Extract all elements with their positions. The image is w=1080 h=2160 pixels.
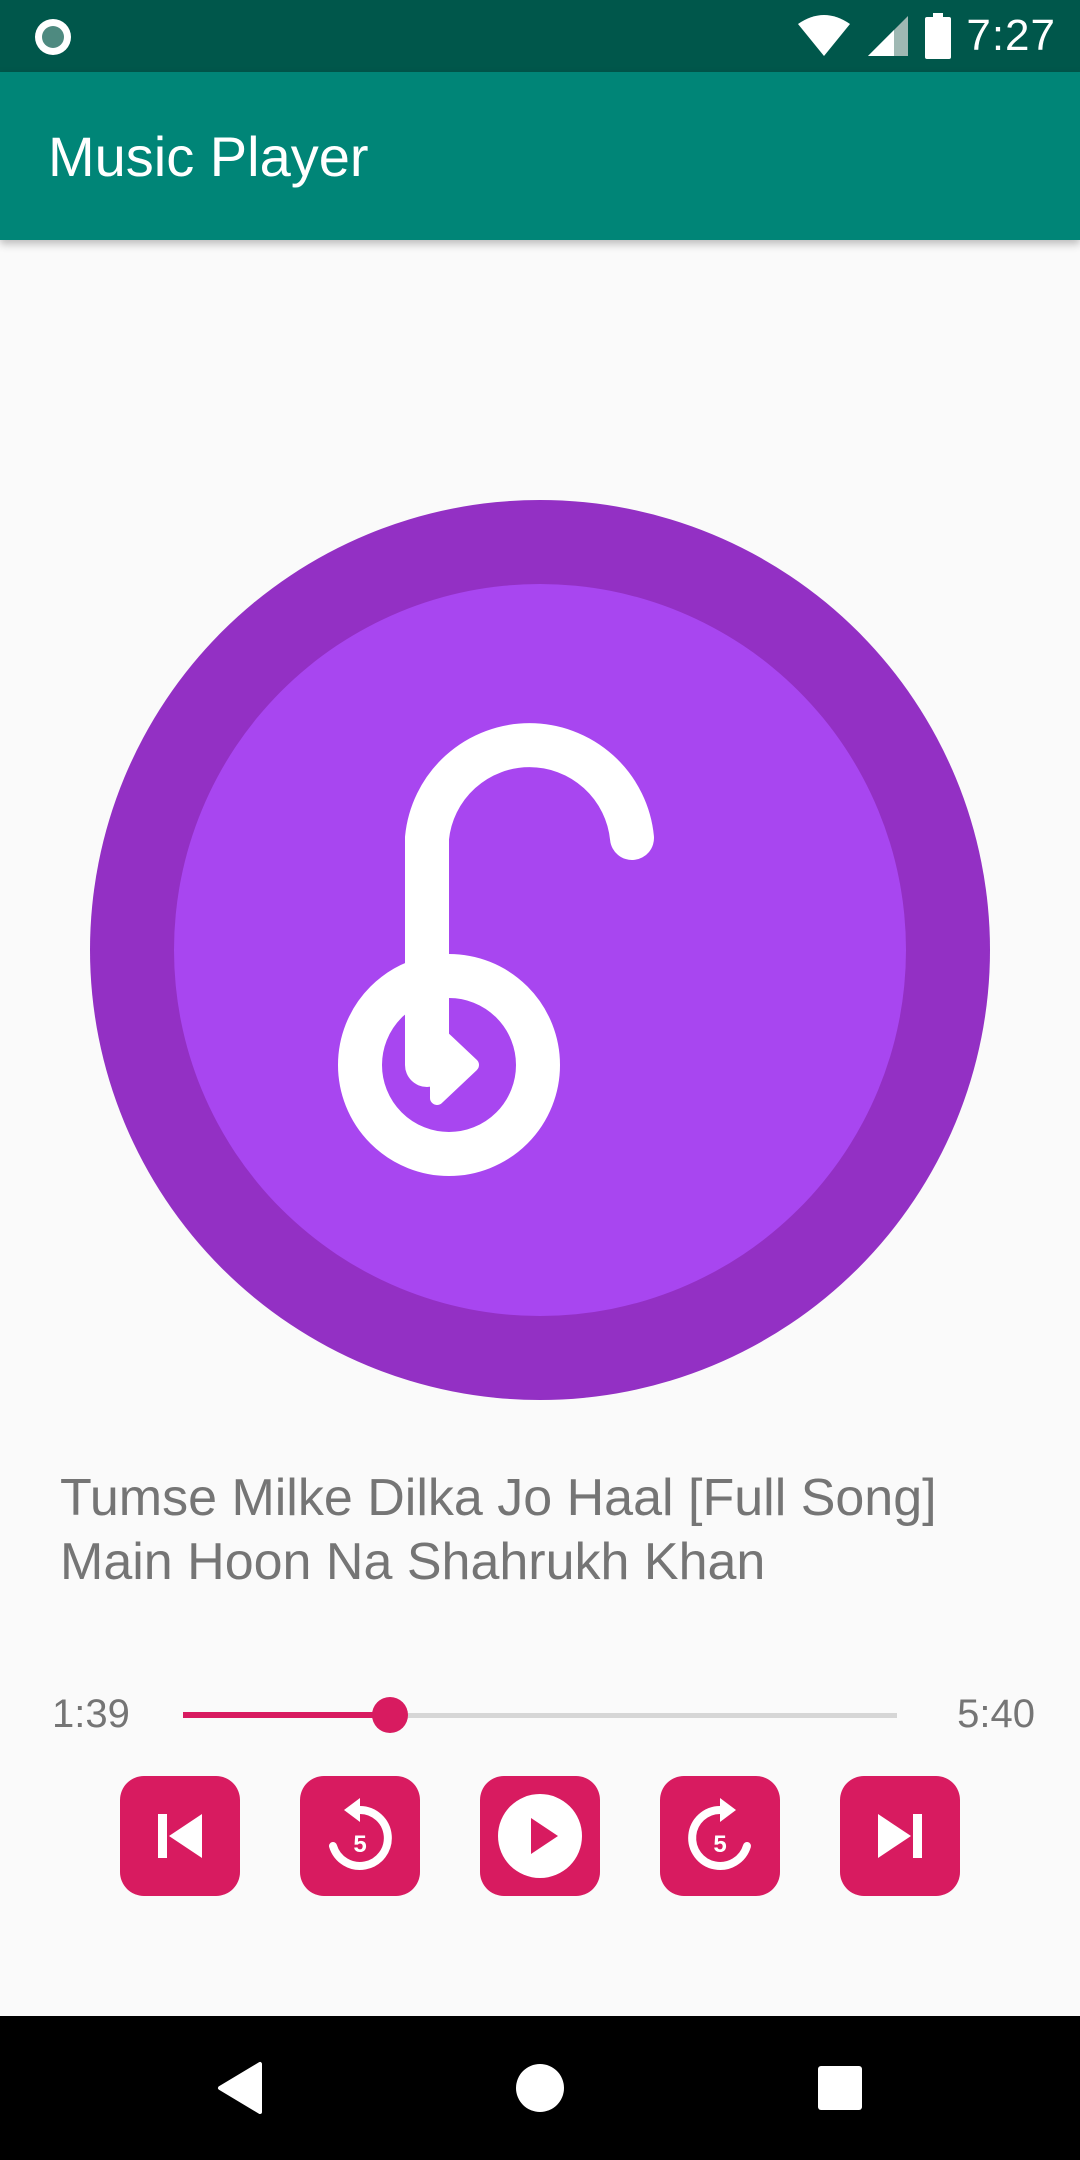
total-time: 5:40: [957, 1692, 1035, 1736]
playback-controls: 5 5: [0, 1776, 1080, 1896]
cellular-signal-icon: [868, 16, 909, 56]
home-button[interactable]: [504, 2052, 576, 2124]
app-bar: Music Player: [0, 72, 1080, 240]
forward-5-button[interactable]: 5: [660, 1776, 780, 1896]
rewind-5-button[interactable]: 5: [300, 1776, 420, 1896]
seek-bar[interactable]: [183, 1697, 897, 1733]
recents-button[interactable]: [804, 2052, 876, 2124]
album-art: [90, 500, 990, 1400]
seek-progress: [183, 1712, 390, 1718]
skip-previous-button[interactable]: [120, 1776, 240, 1896]
song-title: Tumse Milke Dilka Jo Haal [Full Song] Ma…: [60, 1469, 937, 1591]
play-icon: [498, 1794, 582, 1878]
notification-dot-icon: [35, 19, 71, 55]
rewind-5-icon: 5: [329, 1798, 392, 1870]
back-icon: [218, 2062, 262, 2114]
skip-next-icon: [878, 1814, 922, 1858]
status-time: 7:27: [966, 11, 1056, 60]
back-button[interactable]: [204, 2052, 276, 2124]
battery-icon: [925, 13, 952, 59]
skip-previous-icon: [158, 1814, 202, 1858]
recents-icon: [818, 2066, 862, 2110]
forward-5-icon: 5: [688, 1798, 751, 1870]
skip-next-button[interactable]: [840, 1776, 960, 1896]
wifi-icon: [798, 15, 851, 56]
rewind-seconds-label: 5: [353, 1831, 366, 1858]
forward-seconds-label: 5: [713, 1831, 726, 1858]
app-title: Music Player: [48, 125, 369, 188]
elapsed-time: 1:39: [52, 1692, 130, 1736]
home-icon: [516, 2064, 564, 2112]
play-button[interactable]: [480, 1776, 600, 1896]
seek-thumb[interactable]: [372, 1697, 408, 1733]
navigation-bar: [0, 2016, 1080, 2160]
status-icons: 7:27: [796, 0, 1056, 72]
status-bar: 7:27: [0, 0, 1080, 72]
